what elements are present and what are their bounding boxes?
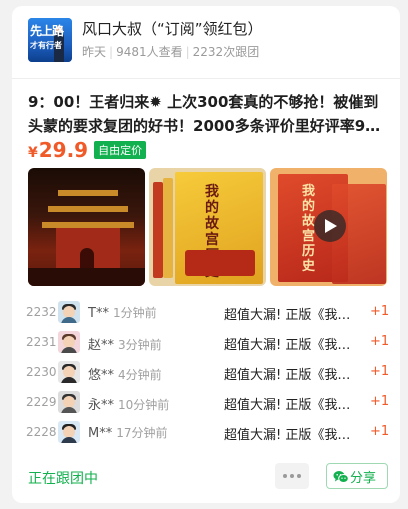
divider <box>12 78 400 79</box>
order-number: 2229 <box>26 395 57 409</box>
buyer-name: 赵** 3分钟前 <box>88 338 162 353</box>
more-button[interactable] <box>275 463 309 489</box>
order-qty: +1 <box>370 334 390 349</box>
buyer-name: T** 1分钟前 <box>88 306 157 321</box>
order-number: 2231 <box>26 335 57 349</box>
buyer-name: 悠** 4分钟前 <box>88 368 162 383</box>
order-qty: +1 <box>370 424 390 439</box>
post-meta: 昨天 | 9481人查看 | 2232次跟团 <box>82 45 260 59</box>
order-qty: +1 <box>370 304 390 319</box>
list-item[interactable]: 2232 T**1分钟前 超值大漏! 正版《我的故宫历史》 +1 <box>12 298 400 328</box>
avatar <box>58 331 80 353</box>
avatar <box>58 301 80 323</box>
list-item[interactable]: 2229 永**10分钟前 超值大漏! 正版《我的故宫历史》 +1 <box>12 388 400 418</box>
order-number: 2230 <box>26 365 57 379</box>
order-item: 超值大漏! 正版《我的故宫历史》 <box>224 398 360 413</box>
price-row: ¥29.9 自由定价 <box>28 138 147 164</box>
share-label: 分享 <box>350 471 377 486</box>
wechat-icon <box>333 469 349 488</box>
order-qty: +1 <box>370 394 390 409</box>
join-count: 2232次跟团 <box>192 45 260 59</box>
buyer-name: M** 17分钟前 <box>88 426 168 441</box>
view-count: 9481人查看 <box>116 45 183 59</box>
order-item: 超值大漏! 正版《我的故宫历史》 <box>224 428 360 443</box>
palace-photo[interactable] <box>28 168 145 286</box>
order-item: 超值大漏! 正版《我的故宫历史》 <box>224 368 360 383</box>
post-time: 昨天 <box>82 45 107 59</box>
order-item: 超值大漏! 正版《我的故宫历史》 <box>224 308 360 323</box>
avatar-text-bottom: 才有行者 <box>30 41 62 50</box>
book-set-photo[interactable]: 我的故宫历史 <box>149 168 266 286</box>
post-description[interactable]: 9：00！王者归来✹ 上次300套真的不够抢！被催到头蒙的要求复团的好书！200… <box>28 90 388 138</box>
list-item[interactable]: 2231 赵**3分钟前 超值大漏! 正版《我的故宫历史》 +1 <box>12 328 400 358</box>
avatar <box>58 421 80 443</box>
list-item[interactable]: 2230 悠**4分钟前 超值大漏! 正版《我的故宫历史》 +1 <box>12 358 400 388</box>
group-buy-card[interactable]: 先上路 才有行者 风口大叔（“订阅”领红包） 昨天 | 9481人查看 | 2232次跟… <box>12 6 400 503</box>
order-item: 超值大漏! 正版《我的故宫历史》 <box>224 338 360 353</box>
image-gallery: 我的故宫历史 我的故宫历史 <box>28 168 388 286</box>
group-title[interactable]: 风口大叔（“订阅”领红包） <box>82 18 263 39</box>
order-number: 2232 <box>26 305 57 319</box>
post-header: 先上路 才有行者 风口大叔（“订阅”领红包） 昨天 | 9481人查看 | 2232次跟… <box>28 18 388 66</box>
group-status[interactable]: 正在跟团中 <box>28 468 98 488</box>
buyer-name: 永** 10分钟前 <box>88 398 170 413</box>
price-tag: 自由定价 <box>94 141 147 159</box>
book-video-thumbnail[interactable]: 我的故宫历史 <box>270 168 387 286</box>
order-number: 2228 <box>26 425 57 439</box>
order-qty: +1 <box>370 364 390 379</box>
play-icon[interactable] <box>314 210 346 242</box>
share-button[interactable]: 分享 <box>326 463 388 489</box>
avatar <box>58 361 80 383</box>
avatar <box>58 391 80 413</box>
avatar[interactable]: 先上路 才有行者 <box>28 18 72 62</box>
list-item[interactable]: 2228 M**17分钟前 超值大漏! 正版《我的故宫历史》 +1 <box>12 418 400 448</box>
price: ¥29.9 <box>28 138 89 162</box>
avatar-text-top: 先上路 <box>30 24 64 38</box>
